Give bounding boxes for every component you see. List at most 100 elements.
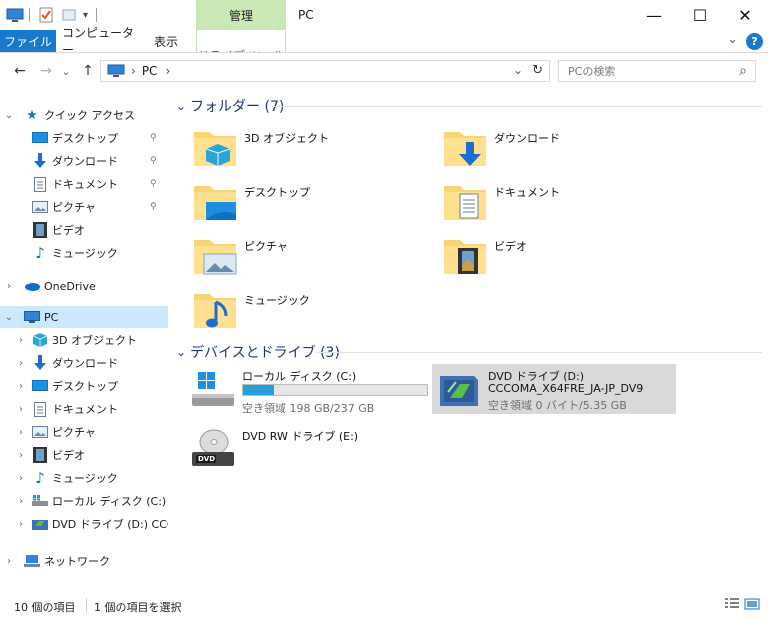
desktop-icon [194,186,236,220]
nav-pc-dvd-drive[interactable]: › DVD ドライブ (D:) CCCO [0,513,168,535]
download-icon [32,153,48,169]
documents-icon [32,401,48,417]
music-icon: ♪ [35,244,45,262]
search-placeholder: PCの検索 [568,65,616,78]
collapse-icon[interactable]: ⌄ [176,345,186,359]
nav-onedrive[interactable]: › OneDrive [0,275,168,297]
details-view-icon[interactable] [725,598,739,613]
properties-icon[interactable] [38,5,54,25]
videos-icon [32,222,48,238]
dvd-drive-icon [440,376,478,406]
folder-videos[interactable]: ビデオ [442,232,682,284]
tab-view[interactable]: 表示 [146,30,186,52]
pc-icon [107,64,125,78]
nav-pc-local-disk[interactable]: › ローカル ディスク (C:) [0,490,168,512]
window-title: PC [298,8,314,22]
new-folder-icon[interactable] [61,5,77,25]
network-icon [24,553,40,569]
documents-icon [32,176,48,192]
tab-computer[interactable]: コンピューター [62,26,134,57]
folders-group-header[interactable]: ⌄ フォルダー (7) [176,96,284,116]
content-pane: ⌄ フォルダー (7) 3D オブジェクト ダウンロード デスクトップ ドキュメ… [170,90,768,588]
search-icon[interactable]: ⌕ [739,63,747,79]
nav-pc-desktop[interactable]: › デスクトップ [0,375,168,397]
recent-locations-button[interactable]: ⌄ [60,60,72,82]
cloud-icon [24,278,40,294]
close-button[interactable]: ✕ [722,0,768,30]
pc-icon [24,309,40,325]
pictures-icon [32,199,48,215]
address-bar[interactable]: › PC › ⌄ ↻ [100,60,550,82]
collapse-icon[interactable]: ⌄ [176,99,186,113]
download-icon [32,355,48,371]
nav-pc-documents[interactable]: › ドキュメント [0,398,168,420]
search-input[interactable]: PCの検索 ⌕ [558,60,756,82]
disk-usage-bar [242,384,428,396]
3d-objects-icon [194,132,236,166]
nav-quick-pictures[interactable]: ピクチャ ⚲ [0,196,168,218]
breadcrumb-separator-end[interactable]: › [165,64,170,78]
star-icon: ★ [26,107,38,123]
pin-icon[interactable]: ⚲ [150,156,157,166]
status-selected-count: 1 個の項目を選択 [94,601,182,614]
nav-quick-downloads[interactable]: ダウンロード ⚲ [0,150,168,172]
videos-icon [444,240,486,274]
nav-quick-music[interactable]: ♪ ミュージック [0,242,168,264]
ribbon-expand-icon[interactable]: ⌄ [727,32,738,47]
nav-network[interactable]: › ネットワーク [0,550,168,572]
manage-context-tab[interactable]: 管理 [196,0,286,30]
forward-button[interactable]: → [36,60,56,82]
pc-window-icon[interactable] [6,5,24,25]
address-dropdown-icon[interactable]: ⌄ [513,63,523,77]
pictures-icon [194,240,237,275]
ribbon-tabs: ファイル コンピューター 表示 ドライブ ツール ⌄ ? [0,26,768,80]
nav-pc-3d-objects[interactable]: › 3D オブジェクト [0,329,168,351]
nav-pc-videos[interactable]: › ビデオ [0,444,168,466]
folder-desktop[interactable]: デスクトップ [192,178,432,230]
nav-pc-pictures[interactable]: › ピクチャ [0,421,168,443]
videos-icon [32,447,48,463]
nav-quick-access[interactable]: ⌄ ★ クイック アクセス [0,104,168,126]
back-button[interactable]: ← [10,60,30,82]
help-icon[interactable]: ? [746,33,763,50]
pin-icon[interactable]: ⚲ [150,202,157,212]
3d-objects-icon [32,332,48,348]
drive-dvd-rw-e[interactable]: DVD DVD RW ドライブ (E:) [186,424,428,474]
address-row: ← → ⌄ ↑ › PC › ⌄ ↻ PCの検索 ⌕ [0,53,768,89]
pin-icon[interactable]: ⚲ [150,179,157,189]
folder-documents[interactable]: ドキュメント [442,178,682,230]
music-icon [194,294,236,328]
folder-pictures[interactable]: ピクチャ [192,232,432,284]
minimize-button[interactable]: — [631,0,677,30]
nav-quick-desktop[interactable]: デスクトップ ⚲ [0,127,168,149]
nav-quick-videos[interactable]: ビデオ [0,219,168,241]
desktop-icon [32,130,48,146]
breadcrumb-pc[interactable]: PC [142,64,158,78]
maximize-button[interactable]: ☐ [677,0,723,30]
refresh-icon[interactable]: ↻ [532,63,543,78]
status-item-count: 10 個の項目 [14,601,76,614]
nav-pc[interactable]: ⌄ PC [0,306,168,328]
customize-qat-icon[interactable]: ▾ [83,5,88,25]
nav-quick-documents[interactable]: ドキュメント ⚲ [0,173,168,195]
folder-music[interactable]: ミュージック [192,286,432,338]
tab-file[interactable]: ファイル [0,30,56,52]
breadcrumb-separator[interactable]: › [131,64,136,78]
dvd-logo: DVD [198,455,216,463]
drive-dvd-d[interactable]: DVD ドライブ (D:) CCCOMA_X64FRE_JA-JP_DV9 空き… [432,364,676,414]
nav-pc-music[interactable]: › ♪ ミュージック [0,467,168,489]
pin-icon[interactable]: ⚲ [150,133,157,143]
drive-local-disk-c[interactable]: ローカル ディスク (C:) 空き領域 198 GB/237 GB [186,364,428,415]
download-icon [444,132,486,166]
local-disk-icon [32,493,48,509]
documents-icon [444,186,486,220]
dvd-drive-icon [32,516,48,532]
nav-pc-downloads[interactable]: › ダウンロード [0,352,168,374]
up-button[interactable]: ↑ [78,60,98,82]
dvd-rw-drive-icon [192,429,234,466]
large-icons-view-icon[interactable] [744,598,760,613]
folder-3d-objects[interactable]: 3D オブジェクト [192,124,432,176]
folder-downloads[interactable]: ダウンロード [442,124,682,176]
desktop-icon [32,378,48,394]
status-bar: 10 個の項目 1 個の項目を選択 [0,594,768,619]
